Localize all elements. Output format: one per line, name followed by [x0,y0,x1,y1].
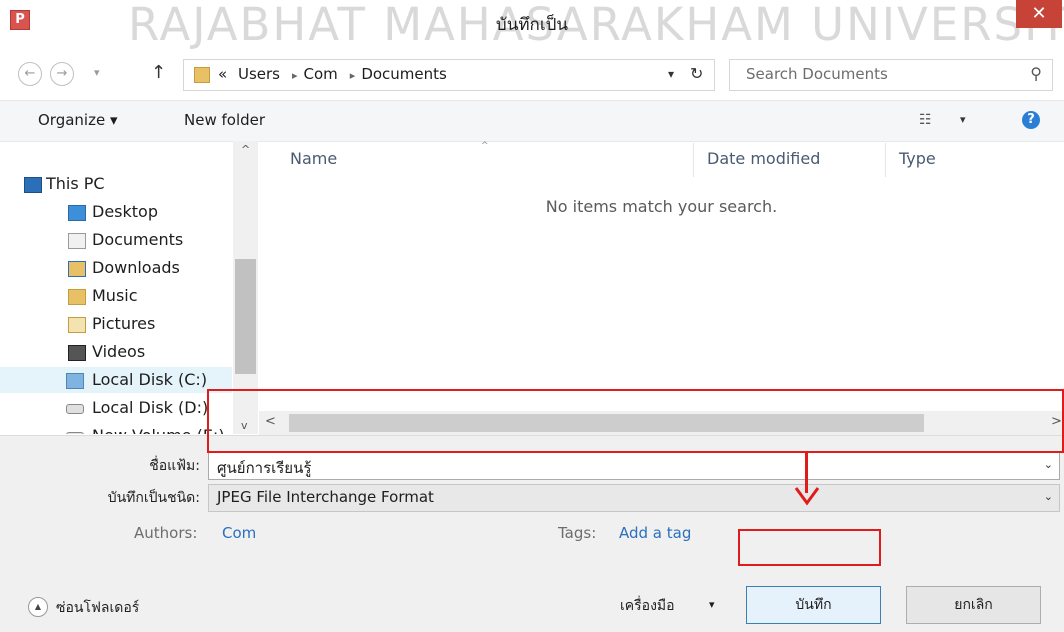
filetype-select[interactable]: JPEG File Interchange Format ⌄ [208,484,1060,512]
sidebar-item-label: Pictures [92,314,156,333]
drive-icon [66,404,84,414]
empty-message: No items match your search. [545,197,778,216]
sidebar-item-music[interactable]: Music [0,283,232,309]
tags-value[interactable]: Add a tag [619,524,691,542]
address-dropdown-icon[interactable]: ▾ [668,67,674,81]
sidebar-item-videos[interactable]: Videos [0,339,232,365]
sidebar-item-label: Music [92,286,138,305]
videos-folder-icon [68,345,86,361]
address-row: ← → ▾ ↑ « Users ▸ Com ▸ Documents ▾ ↻ Search… [0,58,1064,92]
forward-icon[interactable]: → [50,62,74,86]
annotation-arrow-head-icon [794,487,820,506]
column-divider[interactable] [693,143,694,177]
breadcrumb-users[interactable]: Users [238,65,280,83]
recent-locations-icon[interactable]: ▾ [94,66,100,79]
desktop-folder-icon [68,205,86,221]
breadcrumb-separator-icon: ▸ [349,69,356,82]
filetype-label: บันทึกเป็นชนิด: [107,490,200,506]
close-button[interactable]: ✕ [1016,0,1062,28]
documents-folder-icon [68,233,86,249]
sidebar-item-pictures[interactable]: Pictures [0,311,232,337]
sidebar-item-label: New Volume (E:) [92,426,225,434]
sidebar-item-label: Videos [92,342,146,361]
annotation-box-save [738,529,881,566]
sidebar-item-new-volume-e[interactable]: New Volume (E:) [0,423,232,434]
search-input[interactable]: Search Documents ⚲ [729,59,1053,91]
system-drive-icon [66,373,84,389]
save-as-dialog: RAJABHAT MAHASARAKHAM UNIVERSITY P บันทึ… [0,0,1064,632]
breadcrumb-overflow[interactable]: « [218,65,227,83]
downloads-folder-icon [68,261,86,277]
breadcrumb-separator-icon: ▸ [291,69,298,82]
authors-value[interactable]: Com [222,524,256,542]
scroll-thumb[interactable] [235,259,256,374]
computer-icon [24,177,42,193]
column-header-date-modified[interactable]: Date modified [707,149,820,168]
sidebar-item-desktop[interactable]: Desktop [0,199,232,225]
help-icon[interactable]: ? [1022,111,1040,129]
address-bar[interactable]: « Users ▸ Com ▸ Documents ▾ ↻ [183,59,715,91]
tools-dropdown-icon[interactable]: ▾ [709,598,715,611]
authors-label: Authors: [134,524,198,542]
sidebar-item-label: Downloads [92,258,180,277]
save-button[interactable]: บันทึก [746,586,881,624]
sidebar-item-label: Desktop [92,202,158,221]
breadcrumb: « Users ▸ Com ▸ Documents [218,65,453,83]
cancel-button[interactable]: ยกเลิก [906,586,1041,624]
sidebar-item-this-pc[interactable]: This PC [0,171,232,197]
filename-field[interactable]: ศูนย์การเรียนรู้ ⌄ [208,452,1060,480]
back-icon[interactable]: ← [18,62,42,86]
sidebar-item-local-disk-d[interactable]: Local Disk (D:) [0,395,232,421]
filetype-value: JPEG File Interchange Format [217,488,434,506]
refresh-icon[interactable]: ↻ [690,64,703,83]
column-header-name[interactable]: Name [290,149,337,168]
filename-value: ศูนย์การเรียนรู้ [217,459,312,477]
window-title: บันทึกเป็น [495,15,569,35]
filename-label: ชื่อแฟ้ม: [149,458,200,474]
chevron-down-icon[interactable]: ⌄ [1044,458,1053,471]
new-folder-button[interactable]: New folder [184,111,265,129]
collapse-icon[interactable]: ▲ [28,597,48,617]
sidebar-item-label: Local Disk (D:) [92,398,209,417]
save-options-panel: ชื่อแฟ้ม: ศูนย์การเรียนรู้ ⌄ บันทึกเป็นช… [0,435,1064,632]
chevron-down-icon[interactable]: ⌄ [1044,490,1053,503]
command-bar: Organize ▾ New folder ☷ ▾ ? [0,100,1064,142]
sidebar-item-documents[interactable]: Documents [0,227,232,253]
tags-label: Tags: [558,524,597,542]
file-list: ^ Name Date modified Type No items match… [259,141,1064,409]
pictures-folder-icon [68,317,86,333]
hide-folders-button[interactable]: ซ่อนโฟลเดอร์ [56,597,139,619]
search-icon[interactable]: ⚲ [1030,64,1042,83]
tools-button[interactable]: เครื่องมือ [620,595,675,617]
sidebar-item-label: Local Disk (C:) [92,370,208,389]
music-folder-icon [68,289,86,305]
organize-button[interactable]: Organize ▾ [38,111,118,129]
folder-icon [194,67,210,83]
scroll-up-icon[interactable]: ^ [241,143,250,156]
title-bar: RAJABHAT MAHASARAKHAM UNIVERSITY P บันทึ… [0,0,1064,51]
annotation-box-filename [207,389,1064,453]
column-header-type[interactable]: Type [899,149,936,168]
sidebar-item-label: Documents [92,230,184,249]
drive-icon [66,432,84,434]
search-placeholder: Search Documents [746,65,888,83]
change-view-icon[interactable]: ☷ [919,112,932,128]
sidebar-item-label: This PC [46,174,105,193]
sidebar-item-downloads[interactable]: Downloads [0,255,232,281]
up-folder-icon[interactable]: ↑ [151,62,166,83]
view-options-dropdown-icon[interactable]: ▾ [960,113,966,126]
breadcrumb-com[interactable]: Com [304,65,338,83]
sidebar-item-local-disk-c[interactable]: Local Disk (C:) [0,367,232,393]
column-divider[interactable] [885,143,886,177]
breadcrumb-documents[interactable]: Documents [361,65,447,83]
sort-ascending-icon: ^ [481,141,489,151]
